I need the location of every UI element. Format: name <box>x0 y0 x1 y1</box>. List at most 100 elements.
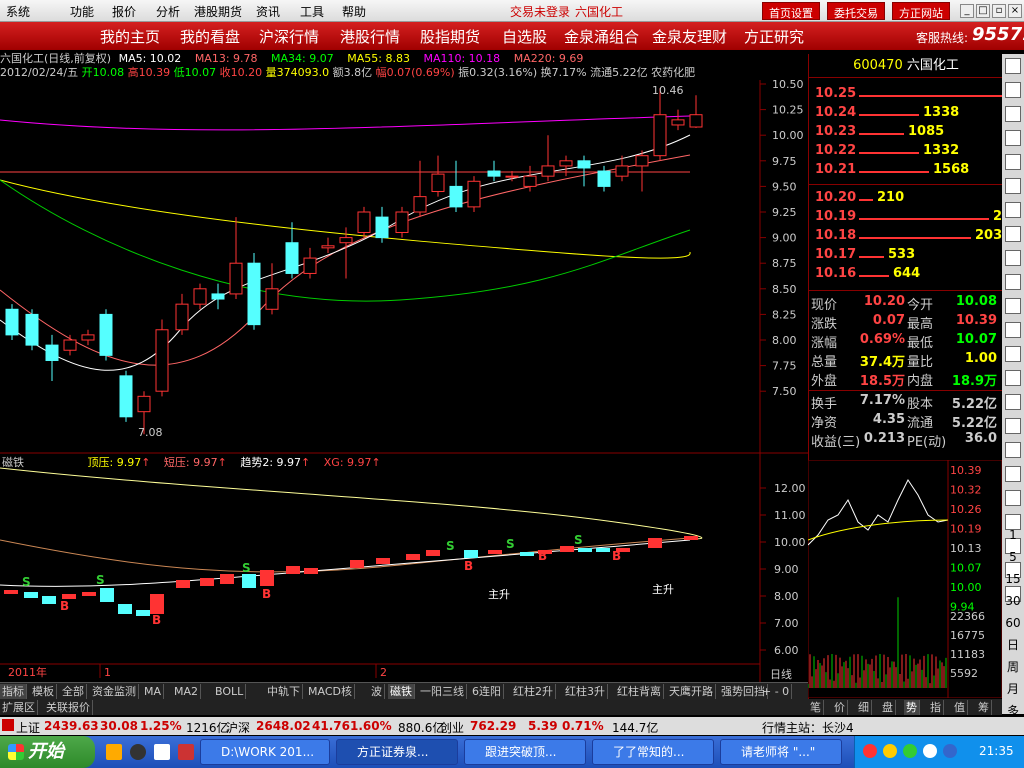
tab-16[interactable]: 天鹰开路 <box>667 684 716 699</box>
ext-tab-1[interactable]: 关联报价 <box>44 700 93 715</box>
ask-row[interactable]: 10.22 1332 <box>815 143 1001 162</box>
task-doc2[interactable]: 了了常知的... <box>592 739 714 765</box>
menu-news[interactable]: 资讯 <box>256 3 280 20</box>
quote-tab-1[interactable]: 价 <box>832 700 848 715</box>
nav-my-watch[interactable]: 我的看盘 <box>180 26 240 47</box>
menu-tools[interactable]: 工具 <box>300 3 324 20</box>
bid-row[interactable]: 10.20 210 <box>815 190 1001 209</box>
maximize-icon[interactable]: □ <box>976 4 990 18</box>
tab-2[interactable]: 全部 <box>60 684 87 699</box>
bid-row[interactable]: 10.17 533 <box>815 247 1001 266</box>
period-日[interactable]: 日 <box>1002 634 1024 656</box>
sidebar-f9-icon[interactable] <box>1005 274 1021 290</box>
bid-row[interactable]: 10.18 2032 <box>815 228 1011 247</box>
sidebar-f11-icon[interactable] <box>1005 322 1021 338</box>
task-fangzheng[interactable]: 方正证券泉... <box>336 739 458 765</box>
close-icon[interactable]: × <box>1008 4 1022 18</box>
period-月[interactable]: 月 <box>1002 678 1024 700</box>
nav-futures[interactable]: 股指期货 <box>420 26 480 47</box>
menu-quote[interactable]: 报价 <box>112 3 136 20</box>
home-settings-button[interactable]: 首页设置 <box>762 2 820 20</box>
quicklaunch-qq-icon[interactable] <box>130 744 146 760</box>
website-button[interactable]: 方正网站 <box>892 2 950 20</box>
nav-selfpick[interactable]: 自选股 <box>502 26 547 47</box>
tray-icon-1[interactable] <box>863 744 877 758</box>
tab-5[interactable]: MA2 <box>172 684 202 699</box>
task-doc1[interactable]: 跟进突破顶... <box>464 739 586 765</box>
sidebar-pie-icon[interactable] <box>1005 370 1021 386</box>
sidebar-f3-icon[interactable] <box>1005 130 1021 146</box>
quicklaunch-doc-icon[interactable] <box>154 744 170 760</box>
tab-15[interactable]: 红柱背离 <box>615 684 664 699</box>
sidebar-down-icon[interactable] <box>1005 490 1021 506</box>
nav-sh-sz[interactable]: 沪深行情 <box>259 26 319 47</box>
intraday-mini-chart[interactable]: 10.3910.3210.2610.1910.1310.0710.009.942… <box>808 460 1002 698</box>
period-5[interactable]: 5 <box>1002 546 1024 568</box>
nav-research[interactable]: 方正研究 <box>744 26 804 47</box>
nav-jqy-portfolio[interactable]: 金泉涌组合 <box>564 26 639 47</box>
kline-chart[interactable]: 2011年 1 2 10.50 10.25 10.00 9.75 9.50 9.25 9.00 8… <box>0 80 808 682</box>
sidebar-zoom-icon[interactable] <box>1005 442 1021 458</box>
tray-icon-3[interactable] <box>903 744 917 758</box>
tab-6[interactable]: BOLL <box>213 684 247 699</box>
minimize-icon[interactable]: _ <box>960 4 974 18</box>
tab-8[interactable]: MACD核 <box>306 684 355 699</box>
zoom-controls[interactable]: + - 0 <box>760 684 793 699</box>
tab-3[interactable]: 资金监测 <box>90 684 139 699</box>
tab-9[interactable]: 波 <box>369 684 385 699</box>
sidebar-f4-icon[interactable] <box>1005 154 1021 170</box>
menu-help[interactable]: 帮助 <box>342 3 366 20</box>
bid-row[interactable]: 10.16 644 <box>815 266 1001 285</box>
period-30[interactable]: 30 <box>1002 590 1024 612</box>
sidebar-f8-icon[interactable] <box>1005 250 1021 266</box>
quicklaunch-app-icon[interactable] <box>178 744 194 760</box>
sidebar-f1-icon[interactable] <box>1005 82 1021 98</box>
ask-row[interactable]: 10.21 1568 <box>815 162 1001 181</box>
nav-jqy-finance[interactable]: 金泉友理财 <box>652 26 727 47</box>
task-folder[interactable]: D:\WORK 201... <box>200 739 330 765</box>
ask-row[interactable]: 10.23 1085 <box>815 124 1001 143</box>
period-60[interactable]: 60 <box>1002 612 1024 634</box>
ask-row[interactable]: 10.24 1338 <box>815 105 1001 124</box>
tab-4[interactable]: MA <box>142 684 165 699</box>
volume-icon[interactable] <box>923 744 937 758</box>
period-周[interactable]: 周 <box>1002 656 1024 678</box>
trade-button[interactable]: 委托交易 <box>827 2 885 20</box>
restore-icon[interactable]: ▫ <box>992 4 1006 18</box>
quote-tab-0[interactable]: 笔 <box>808 700 824 715</box>
sidebar-f7-icon[interactable] <box>1005 226 1021 242</box>
quote-tab-2[interactable]: 细 <box>856 700 872 715</box>
tab-12[interactable]: 6连阳 <box>470 684 504 699</box>
tab-14[interactable]: 红柱3升 <box>563 684 608 699</box>
sidebar-lr-icon[interactable] <box>1005 418 1021 434</box>
bid-row[interactable]: 10.192349 <box>815 209 1024 228</box>
sidebar-f12-icon[interactable] <box>1005 346 1021 362</box>
sidebar-f6-icon[interactable] <box>1005 202 1021 218</box>
menu-function[interactable]: 功能 <box>70 3 94 20</box>
quote-tab-3[interactable]: 盘 <box>880 700 896 715</box>
menu-analysis[interactable]: 分析 <box>156 3 180 20</box>
quote-tab-7[interactable]: 筹 <box>976 700 992 715</box>
ext-tab-0[interactable]: 扩展区 <box>0 700 38 715</box>
quote-tab-4[interactable]: 势 <box>904 700 920 715</box>
tab-13[interactable]: 红柱2升 <box>511 684 556 699</box>
period-15[interactable]: 15 <box>1002 568 1024 590</box>
tab-0[interactable]: 指标 <box>0 684 27 699</box>
tab-7[interactable]: 中轨下 <box>265 684 303 699</box>
period-1[interactable]: 1 <box>1002 524 1024 546</box>
sidebar-rsi-icon[interactable] <box>1005 394 1021 410</box>
task-doc3[interactable]: 请老师将 "..." <box>720 739 842 765</box>
nav-hk[interactable]: 港股行情 <box>340 26 400 47</box>
sidebar-plus-icon[interactable] <box>1005 58 1021 74</box>
sidebar-up-icon[interactable] <box>1005 466 1021 482</box>
quote-tab-5[interactable]: 指 <box>928 700 944 715</box>
sidebar-f2-icon[interactable] <box>1005 106 1021 122</box>
network-icon[interactable] <box>943 744 957 758</box>
tab-1[interactable]: 模板 <box>30 684 57 699</box>
ask-row[interactable]: 10.252522 <box>815 86 1024 105</box>
tray-icon-2[interactable] <box>883 744 897 758</box>
server-status[interactable]: 行情主站：长沙4 <box>762 719 854 736</box>
menu-system[interactable]: 系统 <box>6 3 30 20</box>
sidebar-f10-icon[interactable] <box>1005 298 1021 314</box>
quote-tab-6[interactable]: 值 <box>952 700 968 715</box>
